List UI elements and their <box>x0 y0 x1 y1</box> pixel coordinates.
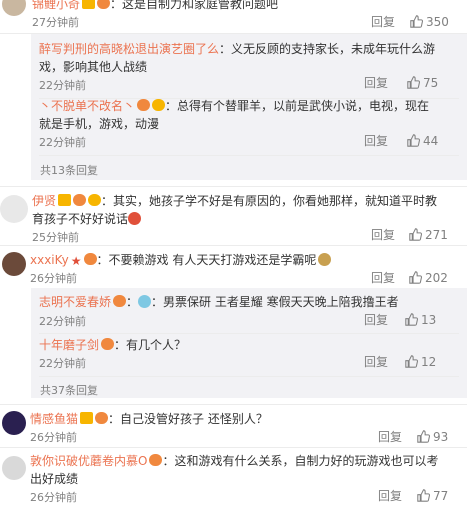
more-replies-link[interactable]: 共13条回复 <box>40 162 98 178</box>
like-button[interactable]: 44 <box>407 133 438 149</box>
reply-text: 十年磨子剑 ：有几个人？ <box>39 338 187 352</box>
more-replies-link[interactable]: 共37条回复 <box>40 382 98 398</box>
vip-badge-icon <box>82 0 96 9</box>
vip-badge-icon <box>58 194 72 206</box>
comment-text: 敦你识破优蘑卷内慕O ：这和游戏有什么关系，自制力好的玩游戏也可以考 <box>30 454 439 468</box>
star-badge-icon: ★ <box>70 254 82 268</box>
comment: 敦你识破优蘑卷内慕O ：这和游戏有什么关系，自制力好的玩游戏也可以考 出好成绩 2… <box>0 448 467 508</box>
like-button[interactable]: 350 <box>410 14 449 30</box>
like-count: 77 <box>433 489 449 503</box>
reply-button[interactable]: 回复 <box>378 429 402 445</box>
comment-text: xxxiKy ★ ：不要赖游戏 有人天天打游戏还是学霸呢 <box>30 251 332 269</box>
comment-text-cont: 育孩子不好好说话 <box>32 210 142 228</box>
face-emoji-icon <box>318 253 332 266</box>
angry-face-emoji-icon <box>128 212 142 225</box>
like-button[interactable]: 13 <box>405 312 436 328</box>
reply-text: 醉写判刑的高晓松退出演艺圈了么：义无反顾的支持家长，未成年玩什么游 <box>39 42 436 56</box>
comment-text: 情感鱼猫 ：自己没管好孩子 还怪别人？ <box>30 412 268 426</box>
comment: 情感鱼猫 ：自己没管好孩子 还怪别人？ 26分钟前 回复 93 <box>0 405 467 445</box>
like-count: 350 <box>426 15 449 29</box>
level-badge-icon <box>101 338 115 350</box>
thumbs-up-icon <box>409 271 422 284</box>
thumbs-up-icon <box>407 76 420 89</box>
like-button[interactable]: 93 <box>417 429 448 445</box>
level-badge-icon <box>152 99 166 111</box>
like-count: 202 <box>425 271 448 285</box>
reply-button[interactable]: 回复 <box>364 354 388 370</box>
comment-author[interactable]: 锦鲤小奇 <box>32 0 80 11</box>
level-badge-icon <box>137 99 151 111</box>
level-badge-icon <box>149 454 163 466</box>
reply-button[interactable]: 回复 <box>364 75 388 91</box>
reply-thread: 志明不爱春娇：：男票保研 王者星耀 寒假天天晚上陪我撸王者 22分钟前 回复 1… <box>31 288 467 398</box>
like-button[interactable]: 202 <box>409 270 448 286</box>
reply-actions: 回复 13 <box>31 312 467 328</box>
reply-button[interactable]: 回复 <box>364 133 388 149</box>
divider <box>39 376 459 377</box>
like-button[interactable]: 271 <box>409 227 448 243</box>
thumbs-up-icon <box>405 355 418 368</box>
thumbs-up-icon <box>417 489 430 502</box>
reply-actions: 回复 12 <box>31 354 467 370</box>
comment-author[interactable]: 情感鱼猫 <box>30 412 78 426</box>
comment-author[interactable]: xxxiKy <box>30 253 69 267</box>
comment-actions: 回复 350 <box>0 14 467 30</box>
level-badge-icon <box>73 194 87 206</box>
comment-actions: 回复 77 <box>0 488 467 504</box>
level-badge-icon <box>113 295 127 307</box>
like-count: 12 <box>421 355 437 369</box>
thumbs-up-icon <box>417 430 430 443</box>
comment-actions: 回复 93 <box>0 429 467 445</box>
thumbs-up-icon <box>410 15 423 28</box>
reply-author[interactable]: 志明不爱春娇 <box>39 295 111 309</box>
reply-thread: 醉写判刑的高晓松退出演艺圈了么：义无反顾的支持家长，未成年玩什么游 戏，影响其他… <box>31 34 467 180</box>
like-count: 13 <box>421 313 437 327</box>
level-badge-icon <box>83 253 97 265</box>
comment-text: 锦鲤小奇 ：这是自制力和家庭管教问题吧 <box>32 0 278 13</box>
level-badge-icon <box>95 412 109 424</box>
reply-text: 志明不爱春娇：：男票保研 王者星耀 寒假天天晚上陪我撸王者 <box>39 295 399 309</box>
reply-author[interactable]: 醉写判刑的高晓松退出演艺圈了么 <box>39 42 219 56</box>
comment: 锦鲤小奇 ：这是自制力和家庭管教问题吧 27分钟前 回复 350 <box>0 0 467 34</box>
like-button[interactable]: 12 <box>405 354 436 370</box>
like-button[interactable]: 75 <box>407 75 438 91</box>
like-button[interactable]: 77 <box>417 488 448 504</box>
thumbs-up-icon <box>407 134 420 147</box>
face-emoji-icon <box>138 295 152 308</box>
reply-author[interactable]: 丶不脱单不改名丶 <box>39 99 135 113</box>
divider <box>39 333 459 334</box>
level-badge-icon <box>88 194 102 206</box>
reply-button[interactable]: 回复 <box>371 14 395 30</box>
thumbs-up-icon <box>405 313 418 326</box>
reply-text: 丶不脱单不改名丶 ：总得有个替罪羊，以前是武侠小说，电视，现在 <box>39 99 430 113</box>
like-count: 75 <box>423 76 439 90</box>
thumbs-up-icon <box>409 228 422 241</box>
vip-badge-icon <box>80 412 94 424</box>
avatar[interactable] <box>0 195 28 223</box>
comment: xxxiKy ★ ：不要赖游戏 有人天天打游戏还是学霸呢 26分钟前 回复 202 <box>0 246 467 286</box>
comment: 伊贤 ：其实，她孩子学不好是有原因的，你看她那样，就知道平时教 育孩子不好好说话 … <box>0 187 467 245</box>
reply-text-cont: 就是手机，游戏，动漫 <box>39 117 160 131</box>
reply-button[interactable]: 回复 <box>364 312 388 328</box>
reply-button[interactable]: 回复 <box>371 227 395 243</box>
reply-button[interactable]: 回复 <box>371 270 395 286</box>
like-count: 271 <box>425 228 448 242</box>
comment-author[interactable]: 敦你识破优蘑卷内慕O <box>30 454 147 468</box>
reply-actions: 回复 44 <box>31 133 467 149</box>
reply-text-cont: 戏，影响其他人战绩 <box>39 60 148 74</box>
comment-text-cont: 出好成绩 <box>30 472 79 486</box>
comment-actions: 回复 271 <box>0 227 467 243</box>
comment-actions: 回复 202 <box>0 270 467 286</box>
reply-button[interactable]: 回复 <box>378 488 402 504</box>
reply-author[interactable]: 十年磨子剑 <box>39 338 99 352</box>
divider <box>39 155 459 156</box>
level-badge-icon <box>97 0 111 9</box>
avatar[interactable] <box>2 456 26 480</box>
reply-actions: 回复 75 <box>31 75 467 91</box>
comment-text: 伊贤 ：其实，她孩子学不好是有原因的，你看她那样，就知道平时教 <box>32 194 438 208</box>
comment-author[interactable]: 伊贤 <box>32 194 56 208</box>
like-count: 93 <box>433 430 449 444</box>
like-count: 44 <box>423 134 439 148</box>
